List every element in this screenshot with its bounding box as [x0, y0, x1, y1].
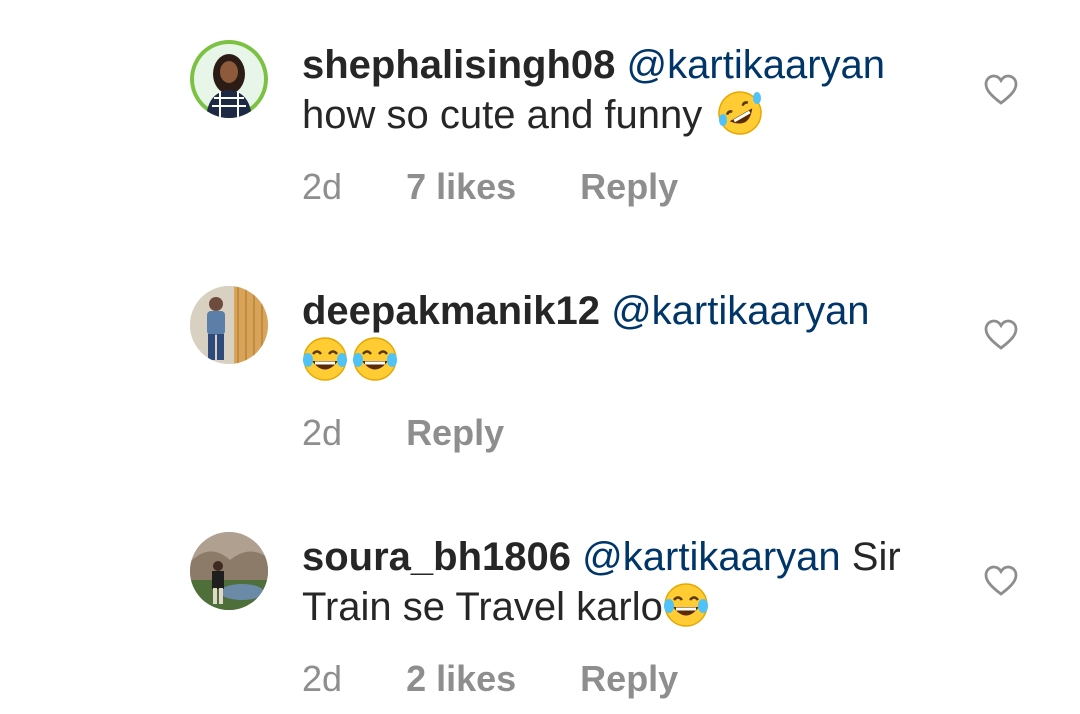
like-heart-icon[interactable] — [984, 565, 1018, 597]
like-heart-icon[interactable] — [984, 319, 1018, 351]
comment-text: deepakmanik12 @kartikaaryan — [302, 286, 952, 386]
face-with-tears-of-joy-icon — [302, 336, 348, 382]
avatar[interactable] — [190, 40, 268, 118]
comment-body: Train se Travel karlo — [302, 585, 663, 629]
comment-time: 2d — [302, 658, 343, 699]
comment-mention[interactable]: @kartikaaryan — [582, 535, 840, 579]
comment-text: shephalisingh08 @kartikaaryan how so cut… — [302, 40, 952, 140]
rolling-on-floor-laughing-icon — [717, 90, 763, 136]
comment-time: 2d — [302, 166, 343, 207]
comment-username[interactable]: soura_bh1806 — [302, 535, 571, 579]
face-with-tears-of-joy-icon — [352, 336, 398, 382]
avatar-image — [190, 40, 268, 118]
avatar[interactable] — [190, 286, 268, 364]
comment-meta: 2d 2 likes Reply — [302, 658, 732, 700]
comment-likes[interactable]: 2 likes — [406, 658, 516, 700]
reply-button[interactable]: Reply — [406, 412, 504, 454]
reply-button[interactable]: Reply — [580, 658, 678, 700]
avatar[interactable] — [190, 532, 268, 610]
reply-button[interactable]: Reply — [580, 166, 678, 208]
comment-mention[interactable]: @kartikaaryan — [611, 289, 869, 333]
face-with-tears-of-joy-icon — [663, 582, 709, 628]
comment-time: 2d — [302, 412, 343, 453]
comment-meta: 2d Reply — [302, 412, 558, 454]
comment-body-line1: Sir — [851, 535, 901, 579]
avatar-image — [190, 286, 268, 364]
comment-username[interactable]: shephalisingh08 — [302, 43, 615, 87]
avatar-image — [190, 532, 268, 610]
comment-meta: 2d 7 likes Reply — [302, 166, 732, 208]
comments-list: shephalisingh08 @kartikaaryan how so cut… — [0, 0, 1080, 714]
comment-text: soura_bh1806 @kartikaaryan Sir Train se … — [302, 532, 952, 632]
comment-body: how so cute and funny — [302, 93, 703, 137]
comment-mention[interactable]: @kartikaaryan — [627, 43, 885, 87]
like-heart-icon[interactable] — [984, 74, 1018, 106]
comment-username[interactable]: deepakmanik12 — [302, 289, 600, 333]
comment-likes[interactable]: 7 likes — [406, 166, 516, 208]
